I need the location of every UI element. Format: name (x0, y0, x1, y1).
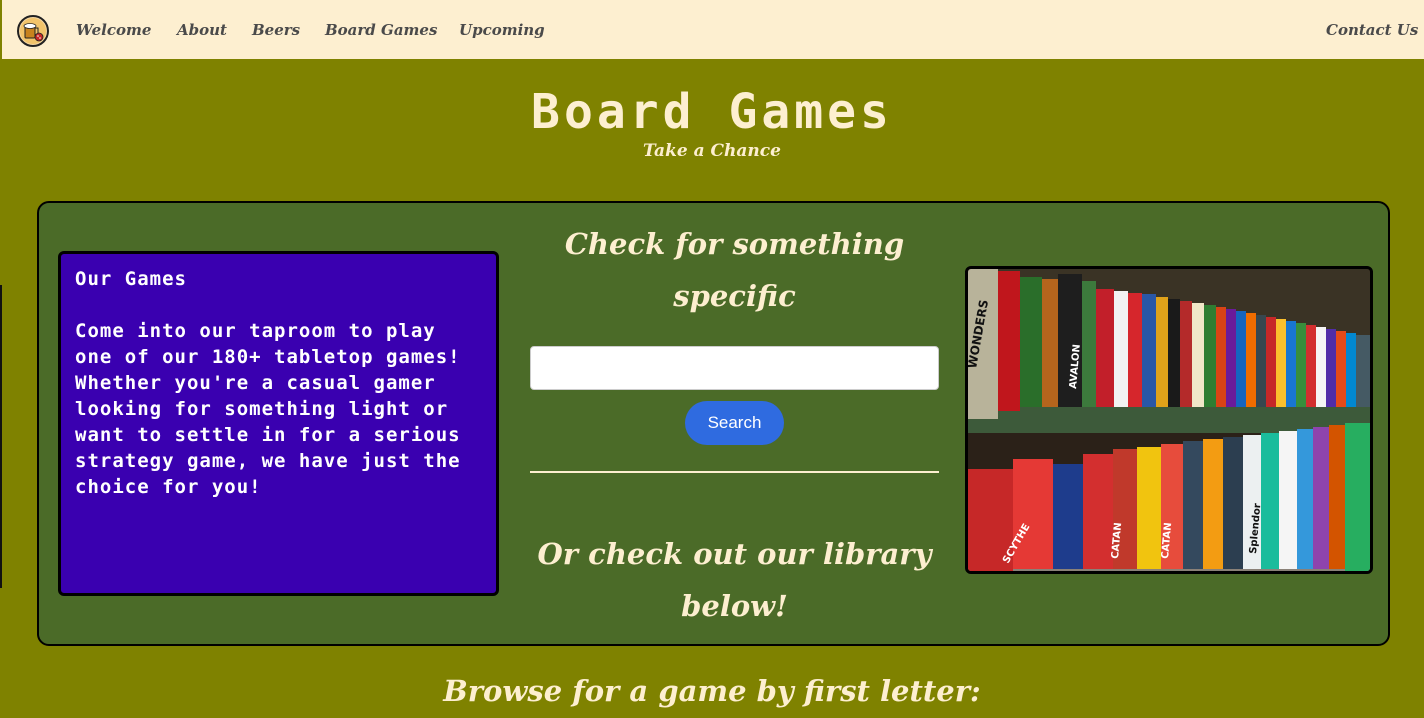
page-title: Board Games (531, 84, 893, 140)
left-edge-divider (0, 285, 2, 588)
search-heading: Check for something specific (564, 227, 905, 313)
nav-link-upcoming[interactable]: Upcoming (459, 21, 545, 39)
nav-link-welcome[interactable]: Welcome (76, 21, 151, 39)
search-input[interactable] (530, 346, 939, 390)
our-games-title: Our Games (75, 268, 187, 290)
brewery-logo-icon[interactable] (17, 15, 49, 47)
browse-by-letter-heading: Browse for a game by first letter: (443, 674, 981, 708)
page-subtitle: Take a Chance (643, 141, 781, 161)
nav-link-beers[interactable]: Beers (252, 21, 300, 39)
our-games-description: Come into our taproom to play one of our… (75, 320, 461, 498)
top-navbar: Welcome About Beers Board Games Upcoming… (2, 0, 1424, 59)
nav-link-about[interactable]: About (177, 21, 227, 39)
our-games-card: Our Games Come into our taproom to play … (58, 251, 499, 596)
section-divider (530, 471, 939, 473)
nav-link-board-games[interactable]: Board Games (325, 21, 437, 39)
search-button[interactable]: Search (685, 401, 784, 445)
library-heading: Or check out our library below! (537, 537, 932, 623)
board-games-shelf-photo: WONDERS CATAN CATAN SCYTHE Splendor AVAL… (965, 266, 1373, 574)
nav-link-contact-us[interactable]: Contact Us (1326, 21, 1418, 39)
